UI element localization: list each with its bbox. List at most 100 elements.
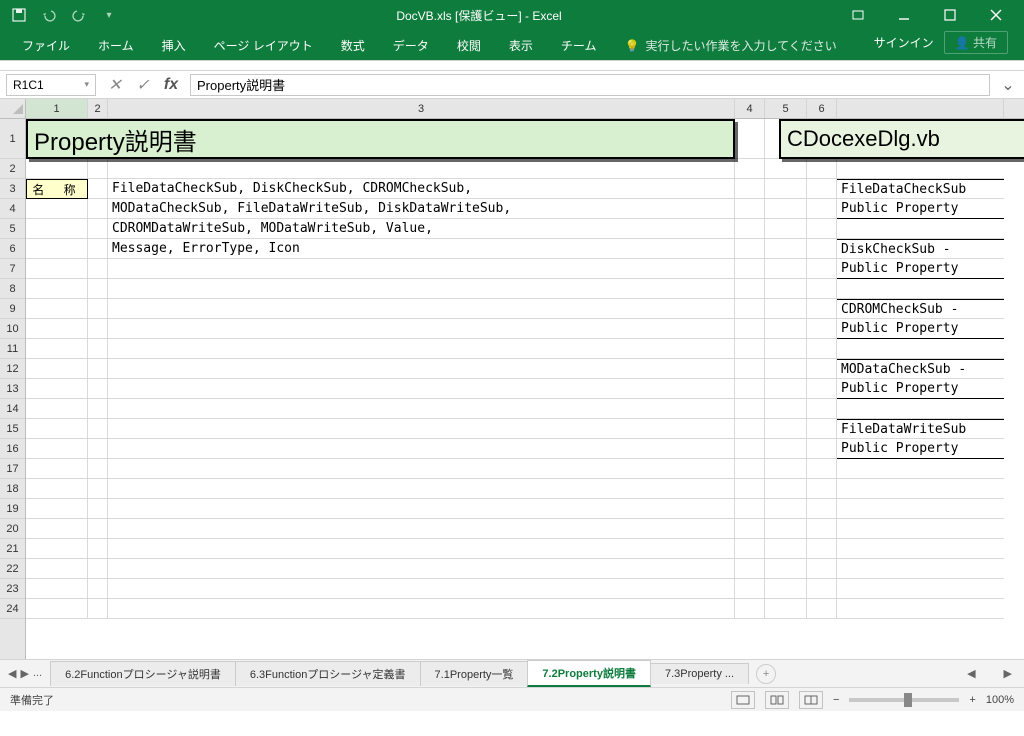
zoom-out-icon[interactable]: − [833, 694, 839, 706]
row-header[interactable]: 18 [0, 479, 25, 499]
title-cell-right[interactable]: CDocexeDlg.vb [779, 119, 1024, 159]
title-bar: ▾ DocVB.xls [保護ビュー] - Excel [0, 0, 1024, 30]
row-header[interactable]: 3 [0, 179, 25, 199]
tab-view[interactable]: 表示 [495, 31, 547, 60]
row-header[interactable]: 20 [0, 519, 25, 539]
minimize-icon[interactable] [882, 0, 926, 30]
qat-customize-icon[interactable]: ▾ [96, 2, 122, 28]
hscroll-right-icon[interactable]: ▶ [1004, 667, 1012, 680]
sheet-tab[interactable]: 6.3Functionプロシージャ定義書 [235, 661, 421, 686]
row-header[interactable]: 9 [0, 299, 25, 319]
cell[interactable]: MODataCheckSub, FileDataWriteSub, DiskDa… [108, 199, 735, 219]
cell[interactable]: Public Property [837, 439, 1004, 459]
row-header[interactable]: 5 [0, 219, 25, 239]
row-header[interactable]: 19 [0, 499, 25, 519]
row-header[interactable]: 21 [0, 539, 25, 559]
fx-icon[interactable]: fx [160, 74, 182, 96]
select-all-corner[interactable] [0, 99, 25, 119]
zoom-slider[interactable] [849, 698, 959, 702]
view-page-break-icon[interactable] [799, 691, 823, 709]
row-header[interactable]: 7 [0, 259, 25, 279]
expand-formula-icon[interactable]: ⌄ [998, 75, 1018, 95]
ribbon-display-icon[interactable] [836, 0, 880, 30]
cell[interactable]: MODataCheckSub - [837, 359, 1004, 379]
sheet-tab[interactable]: 7.1Property一覧 [420, 661, 529, 686]
save-icon[interactable] [6, 2, 32, 28]
cell[interactable]: Public Property [837, 259, 1004, 279]
label-name[interactable]: 名 称 [26, 179, 88, 199]
share-button[interactable]: 👤 共有 [944, 31, 1008, 54]
col-header[interactable] [837, 99, 1004, 118]
col-header[interactable]: 3 [108, 99, 735, 118]
row-header[interactable]: 8 [0, 279, 25, 299]
add-sheet-icon[interactable]: + [756, 664, 776, 684]
share-icon: 👤 [955, 36, 970, 50]
cell[interactable]: Public Property [837, 199, 1004, 219]
row-header[interactable]: 16 [0, 439, 25, 459]
enter-formula-icon[interactable]: ✓ [132, 74, 154, 96]
row-header[interactable]: 13 [0, 379, 25, 399]
tab-formulas[interactable]: 数式 [327, 31, 379, 60]
chevron-down-icon[interactable]: ▾ [84, 79, 89, 90]
row-header[interactable]: 14 [0, 399, 25, 419]
row-header[interactable]: 23 [0, 579, 25, 599]
row-header[interactable]: 24 [0, 599, 25, 619]
cell[interactable]: Message, ErrorType, Icon [108, 239, 735, 259]
col-header[interactable]: 5 [765, 99, 807, 118]
row-header[interactable]: 6 [0, 239, 25, 259]
cell[interactable]: Public Property [837, 379, 1004, 399]
tab-nav-ellipsis[interactable]: ... [33, 667, 42, 680]
cancel-formula-icon[interactable]: ✕ [104, 74, 126, 96]
zoom-level[interactable]: 100% [986, 694, 1014, 706]
row-header[interactable]: 11 [0, 339, 25, 359]
col-header[interactable]: 6 [807, 99, 837, 118]
sheet-tab[interactable]: 7.3Property ... [650, 663, 749, 684]
tab-nav-first-icon[interactable]: ◀ [8, 667, 16, 680]
tab-page-layout[interactable]: ページ レイアウト [200, 31, 327, 60]
row-header[interactable]: 17 [0, 459, 25, 479]
worksheet-grid[interactable]: 1 2 3 4 5 6 7 8 9 10 11 12 13 14 15 16 1… [0, 99, 1024, 659]
view-normal-icon[interactable] [731, 691, 755, 709]
view-page-layout-icon[interactable] [765, 691, 789, 709]
redo-icon[interactable] [66, 2, 92, 28]
cell[interactable]: CDROMDataWriteSub, MODataWriteSub, Value… [108, 219, 735, 239]
row-header[interactable]: 1 [0, 119, 25, 159]
row-header[interactable]: 10 [0, 319, 25, 339]
row-header[interactable]: 4 [0, 199, 25, 219]
tab-review[interactable]: 校閲 [443, 31, 495, 60]
cell[interactable]: CDROMCheckSub - [837, 299, 1004, 319]
cell[interactable]: DiskCheckSub - [837, 239, 1004, 259]
cell[interactable]: FileDataWriteSub [837, 419, 1004, 439]
row-header[interactable]: 22 [0, 559, 25, 579]
hscroll-track[interactable] [980, 667, 1000, 680]
tab-nav-prev-icon[interactable]: ▶ [20, 667, 28, 680]
formula-bar[interactable]: Property説明書 [190, 74, 990, 96]
tab-team[interactable]: チーム [547, 31, 611, 60]
signin-link[interactable]: サインイン [874, 34, 934, 51]
col-header[interactable]: 2 [88, 99, 108, 118]
tab-insert[interactable]: 挿入 [148, 31, 200, 60]
tell-me-search[interactable]: 💡 実行したい作業を入力してください [610, 31, 850, 60]
col-header[interactable]: 4 [735, 99, 765, 118]
zoom-thumb[interactable] [904, 693, 912, 707]
sheet-tab[interactable]: 6.2Functionプロシージャ説明書 [50, 661, 236, 686]
tab-home[interactable]: ホーム [84, 31, 148, 60]
tab-file[interactable]: ファイル [8, 31, 84, 60]
cell[interactable]: FileDataCheckSub [837, 179, 1004, 199]
tab-data[interactable]: データ [379, 31, 443, 60]
row-header[interactable]: 15 [0, 419, 25, 439]
row-header[interactable]: 12 [0, 359, 25, 379]
close-icon[interactable] [974, 0, 1018, 30]
zoom-in-icon[interactable]: + [969, 694, 975, 706]
row-header[interactable]: 2 [0, 159, 25, 179]
undo-icon[interactable] [36, 2, 62, 28]
name-box[interactable]: R1C1 ▾ [6, 74, 96, 96]
maximize-icon[interactable] [928, 0, 972, 30]
ribbon-collapsed-area [0, 61, 1024, 71]
col-header[interactable]: 1 [26, 99, 88, 118]
title-cell-left[interactable]: Property説明書 [26, 119, 735, 159]
hscroll-left-icon[interactable]: ◀ [967, 667, 975, 680]
sheet-tab-active[interactable]: 7.2Property説明書 [527, 660, 651, 687]
cell[interactable]: Public Property [837, 319, 1004, 339]
cell[interactable]: FileDataCheckSub, DiskCheckSub, CDROMChe… [108, 179, 735, 199]
